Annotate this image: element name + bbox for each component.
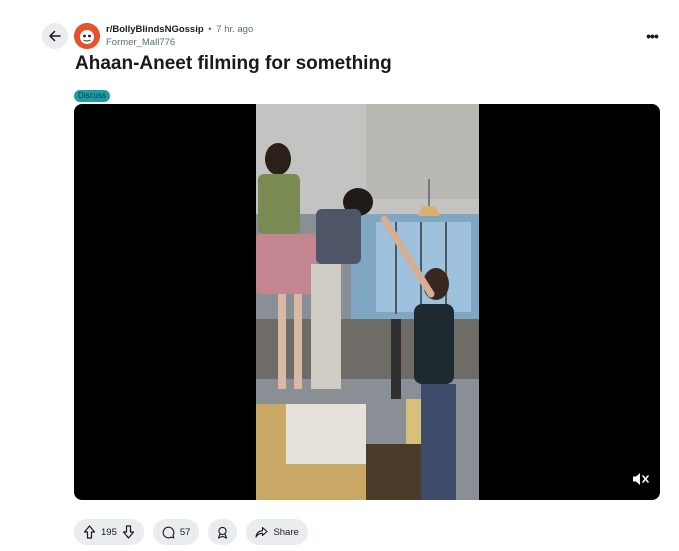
post-flair[interactable]: Discuss xyxy=(74,90,111,102)
meta-separator: • xyxy=(208,24,212,35)
upvote-button[interactable] xyxy=(83,525,96,539)
more-options-icon: ••• xyxy=(646,28,659,44)
share-label: Share xyxy=(273,526,299,538)
subreddit-link[interactable]: r/BollyBlindsNGossip xyxy=(106,24,204,35)
author-link[interactable]: Former_Mall776 xyxy=(106,36,253,49)
upvote-arrow-icon xyxy=(83,525,96,539)
comment-count: 57 xyxy=(179,526,191,538)
video-player[interactable] xyxy=(74,104,660,500)
post-title: Ahaan-Aneet filming for something xyxy=(75,53,392,74)
share-icon xyxy=(255,526,268,538)
post-time: 7 hr. ago xyxy=(216,24,254,35)
comments-button[interactable]: 57 xyxy=(152,519,200,545)
subreddit-avatar-icon xyxy=(74,23,100,49)
vote-count: 195 xyxy=(101,526,117,538)
downvote-button[interactable] xyxy=(122,525,135,539)
muted-speaker-icon xyxy=(633,473,649,485)
award-button[interactable] xyxy=(208,519,238,545)
back-arrow-icon xyxy=(49,30,61,42)
vote-group: 195 xyxy=(74,519,144,545)
award-icon xyxy=(218,526,228,539)
more-options-button[interactable]: ••• xyxy=(640,28,664,44)
video-frame xyxy=(256,104,479,500)
video-scene-image xyxy=(256,104,479,500)
mute-button[interactable] xyxy=(629,468,653,490)
downvote-arrow-icon xyxy=(122,525,134,539)
comment-bubble-icon xyxy=(162,526,175,538)
subreddit-avatar[interactable] xyxy=(74,23,100,49)
post-action-bar: 195 57 Share xyxy=(74,519,308,545)
back-button[interactable] xyxy=(42,23,68,49)
post-meta: r/BollyBlindsNGossip • 7 hr. ago Former_… xyxy=(106,23,253,49)
share-button[interactable]: Share xyxy=(246,519,308,545)
